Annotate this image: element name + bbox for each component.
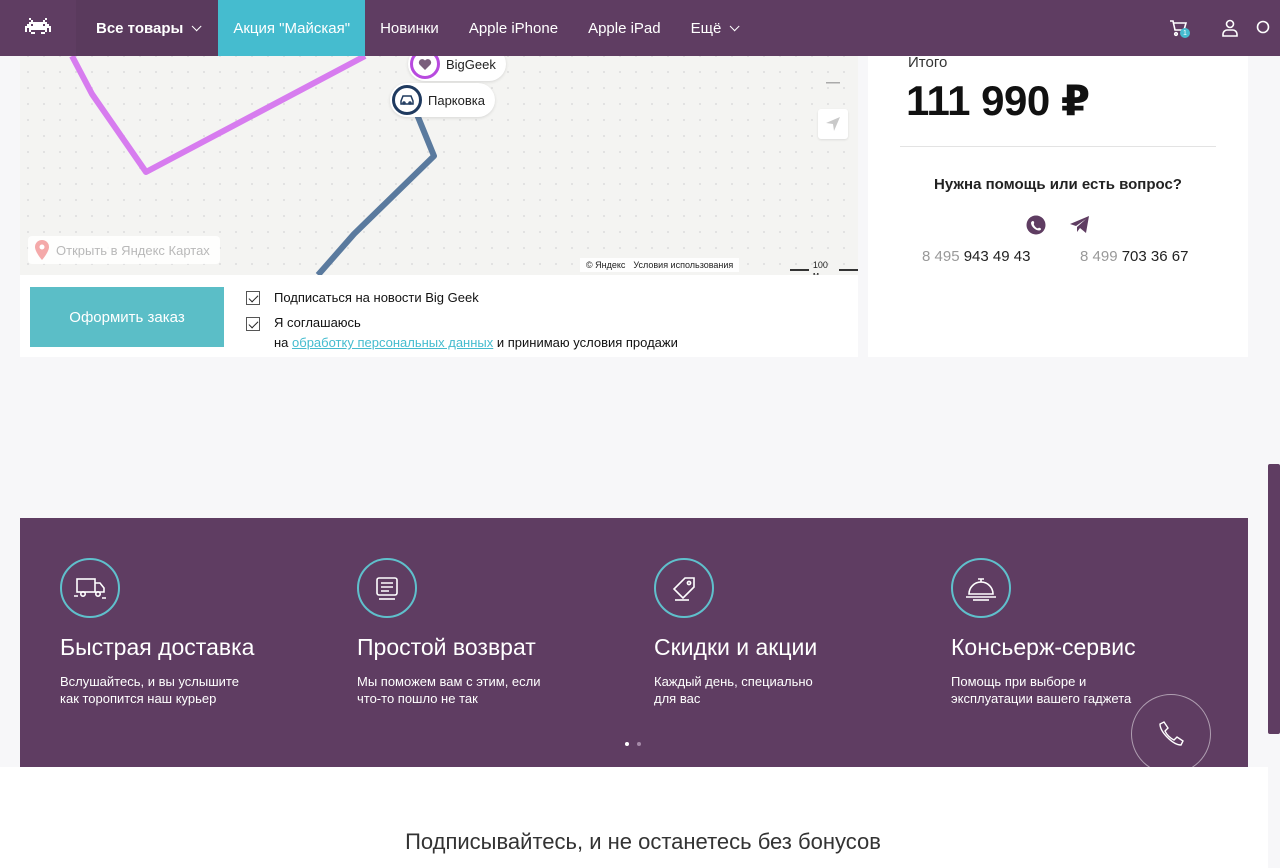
carousel-dots bbox=[625, 742, 641, 746]
nav-actions: 1 bbox=[1152, 0, 1280, 56]
nav-more[interactable]: Ещё bbox=[676, 0, 752, 56]
phone-icon bbox=[1159, 721, 1184, 746]
cart-count-badge: 1 bbox=[1180, 28, 1190, 38]
map-marker-parking[interactable]: Парковка bbox=[390, 83, 495, 117]
scrollbar-thumb[interactable] bbox=[1268, 464, 1280, 734]
scrollbar-track[interactable] bbox=[1268, 0, 1280, 868]
feature-discounts: Скидки и акции Каждый день, специально д… bbox=[654, 558, 924, 707]
top-navigation: Все товары Акция "Майская" Новинки Apple… bbox=[0, 0, 1280, 56]
nav-apple-iphone[interactable]: Apple iPhone bbox=[454, 0, 573, 56]
total-value: 111 990 ₽ bbox=[906, 77, 1090, 124]
carousel-dot[interactable] bbox=[637, 742, 641, 746]
total-label: Итого bbox=[908, 54, 948, 71]
user-icon[interactable] bbox=[1204, 0, 1256, 56]
map-attribution: © Яндекс Условия использования bbox=[580, 258, 740, 272]
nav-apple-ipad[interactable]: Apple iPad bbox=[573, 0, 676, 56]
map-pin-icon bbox=[35, 240, 49, 260]
service-bell-icon bbox=[951, 558, 1011, 618]
feature-concierge: Консьерж-сервис Помощь при выборе и эксп… bbox=[951, 558, 1221, 707]
map-terms-link[interactable]: Условия использования bbox=[633, 260, 733, 270]
nav-promo-may[interactable]: Акция "Майская" bbox=[218, 0, 366, 56]
order-panel: Оформить заказ Подписаться на новости Bi… bbox=[20, 275, 858, 357]
truck-icon bbox=[60, 558, 120, 618]
telegram-icon[interactable] bbox=[1069, 214, 1091, 236]
divider bbox=[900, 146, 1216, 147]
personal-data-link[interactable]: обработку персональных данных bbox=[292, 335, 493, 350]
feature-easy-return: Простой возврат Мы поможем вам с этим, е… bbox=[357, 558, 627, 707]
box-icon bbox=[357, 558, 417, 618]
call-back-button[interactable] bbox=[1131, 694, 1211, 774]
chevron-down-icon bbox=[729, 20, 740, 31]
car-icon bbox=[392, 85, 422, 115]
feature-fast-delivery: Быстрая доставка Вслушайтесь, и вы услыш… bbox=[60, 558, 330, 707]
subscribe-checkbox-row[interactable]: Подписаться на новости Big Geek bbox=[246, 290, 479, 305]
subscribe-title: Подписывайтесь, и не останетесь без бону… bbox=[405, 829, 881, 854]
geolocation-icon[interactable] bbox=[818, 109, 848, 139]
chevron-down-icon bbox=[192, 20, 202, 31]
search-icon[interactable] bbox=[1256, 0, 1280, 56]
map-scale: 100 м bbox=[790, 260, 858, 275]
tag-icon bbox=[654, 558, 714, 618]
phone-moscow-499[interactable]: 8 499 703 36 67 bbox=[1080, 248, 1188, 265]
viber-icon[interactable] bbox=[1025, 214, 1047, 236]
agree-checkbox[interactable] bbox=[246, 317, 260, 331]
cart-icon[interactable]: 1 bbox=[1152, 0, 1204, 56]
subscribe-section: Подписывайтесь, и не останетесь без бону… bbox=[0, 767, 1268, 868]
nav-all-products[interactable]: Все товары bbox=[76, 0, 219, 56]
place-order-button[interactable]: Оформить заказ bbox=[30, 287, 224, 347]
open-in-yandex-maps-link[interactable]: Открыть в Яндекс Картах bbox=[28, 236, 220, 264]
help-title: Нужна помощь или есть вопрос? bbox=[934, 176, 1182, 193]
features-banner: Быстрая доставка Вслушайтесь, и вы услыш… bbox=[20, 518, 1248, 774]
zoom-out-button[interactable] bbox=[818, 68, 848, 98]
space-invader-logo-icon[interactable] bbox=[0, 0, 76, 56]
agree-checkbox-row[interactable]: Я соглашаюсь на обработку персональных д… bbox=[246, 315, 678, 353]
nav-new[interactable]: Новинки bbox=[365, 0, 454, 56]
phone-moscow-495[interactable]: 8 495 943 49 43 bbox=[922, 248, 1030, 265]
subscribe-checkbox[interactable] bbox=[246, 291, 260, 305]
carousel-dot-active[interactable] bbox=[625, 742, 629, 746]
